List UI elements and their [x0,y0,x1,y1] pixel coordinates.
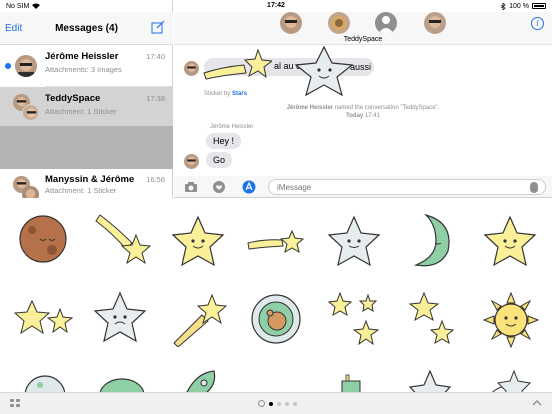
gray-star-sticker[interactable] [408,369,452,392]
gray-star-sticker[interactable] [326,215,382,269]
avatar [184,61,199,76]
conversation-item-jerome[interactable]: Jérôme Heissler 17:40 Attachments: 3 Ima… [0,45,173,87]
microphone-icon[interactable] [530,182,538,193]
list-title: Messages (4) [55,23,118,34]
avatar [22,186,39,198]
list-header: Edit Messages (4) [0,12,173,45]
system-message: Jérôme Heissler named the conversation "… [286,105,440,111]
shooting-star-sticker[interactable] [484,369,534,392]
conversation-preview: Attachment: 1 Sticker [45,107,117,116]
compose-bar [174,176,552,198]
conversation-name: Manyssin & Jérôme [45,174,135,185]
list-placeholder-area [0,126,173,169]
clock-label: 17:42 [267,2,285,9]
happy-star-sticker[interactable] [170,215,226,269]
conversation-preview: Attachments: 3 Images [45,65,122,74]
gray-star-sticker[interactable] [292,45,360,97]
avatar [184,154,199,169]
camera-icon[interactable] [184,180,198,194]
conversation-time: 17:38 [146,94,165,103]
info-icon[interactable]: i [531,17,544,30]
avatar [280,12,302,34]
sad-gray-star-sticker[interactable] [92,291,148,345]
avatar [15,55,37,77]
status-bar: No SIM 17:42 100 % [0,0,552,12]
unread-dot [5,63,11,69]
sun-sticker[interactable] [482,291,540,349]
chevron-up-icon[interactable] [532,398,542,408]
sleeping-planet-sticker[interactable] [16,212,70,266]
conversation-name: TeddySpace [45,93,101,104]
message-text: Go [213,155,226,165]
apps-grid-icon[interactable] [10,399,22,409]
message-thread: al au cr aussi Sticker by Stars Jérôme H… [174,45,552,175]
conversation-list: Edit Messages (4) Jérôme Heissler 17:40 … [0,0,173,198]
shooting-star-sticker[interactable] [246,227,304,259]
sticker-drawer [0,199,552,392]
shooting-star-sticker[interactable] [92,213,152,269]
double-star-sticker[interactable] [14,299,74,341]
conversation-item-teddyspace[interactable]: TeddySpace 17:38 Attachment: 1 Sticker [0,87,173,129]
ufo-sticker[interactable] [96,369,148,392]
battery-icon [532,3,546,9]
message-bubble[interactable]: Hey ! [206,133,242,149]
shooting-star-sticker[interactable] [202,47,272,81]
conversation-title: TeddySpace [343,36,383,43]
shooting-star-sticker[interactable] [170,291,228,347]
robot-sticker[interactable] [336,371,366,392]
avatar [424,12,446,34]
recents-icon [258,400,265,407]
sticker-app-link[interactable]: Stars [232,91,247,97]
conversation-name: Jérôme Heissler [45,51,119,62]
rocket-sticker[interactable] [174,369,226,392]
sticker-attribution: Sticker by Stars [204,91,248,97]
avatar [375,12,397,34]
happy-star-sticker[interactable] [482,215,538,269]
star-cluster-sticker[interactable] [326,291,382,349]
avatar [328,12,350,34]
twin-star-sticker[interactable] [408,291,454,349]
planet-sticker[interactable] [20,371,70,392]
heart-hand-icon[interactable] [212,180,226,194]
astronaut-bear-sticker[interactable] [248,291,304,349]
app-drawer-bar [0,392,552,414]
system-timestamp: Today 17:41 [346,113,380,119]
conversation-header[interactable]: TeddySpace i [174,12,552,45]
conversation-time: 17:40 [146,52,165,61]
compose-icon[interactable] [151,20,165,34]
app-store-icon[interactable] [242,180,256,194]
conversation-item-manyssin[interactable]: Manyssin & Jérôme 16:56 Attachment: 1 St… [0,169,173,198]
conversation-preview: Attachment: 1 Sticker [45,186,117,195]
message-bubble[interactable]: Go [206,152,233,168]
sender-name: Jérôme Heissler [210,124,254,130]
avatar [22,104,39,121]
message-input[interactable] [268,179,546,195]
page-indicator[interactable] [258,400,297,407]
moon-sticker[interactable] [408,213,454,271]
conversation-time: 16:56 [146,175,165,184]
message-text: Hey ! [213,136,235,146]
messages-app: No SIM 17:42 100 % Edit Messages (4) Jér… [0,0,552,414]
